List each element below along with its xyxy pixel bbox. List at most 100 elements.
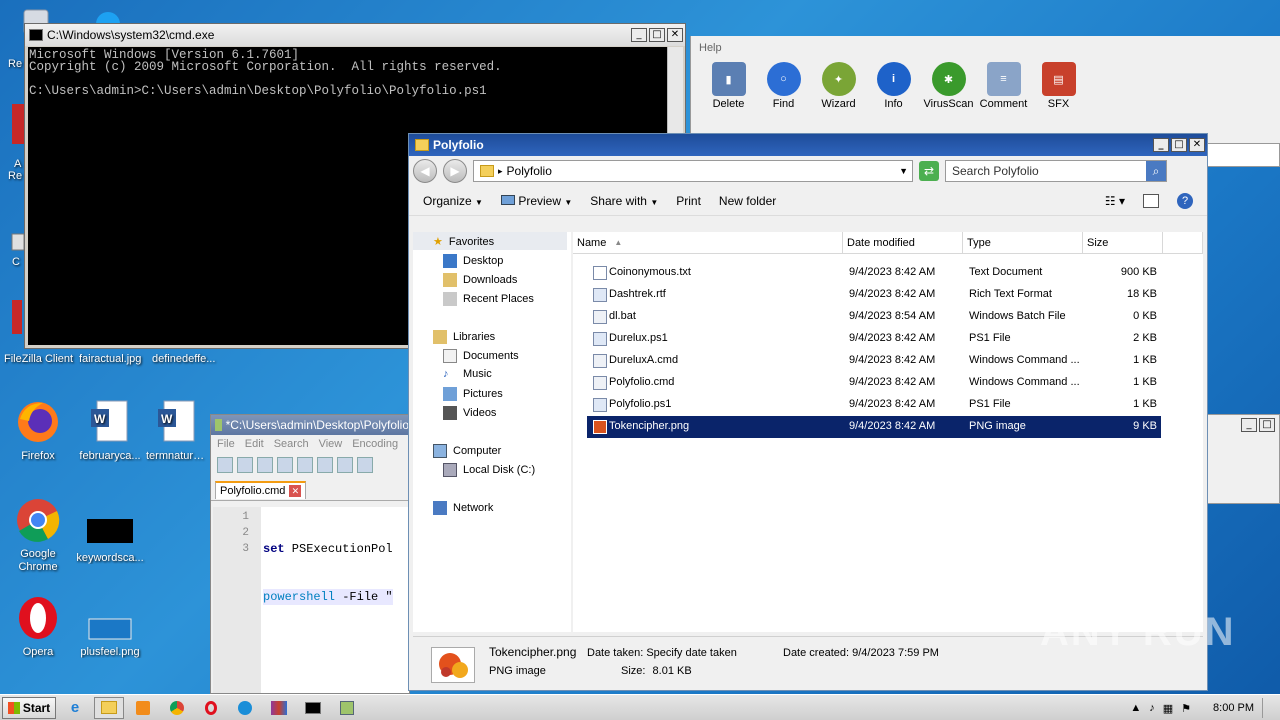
nav-local-disk[interactable]: Local Disk (C:)	[443, 463, 535, 477]
taskbar-winrar-icon[interactable]	[264, 697, 294, 719]
menu-edit[interactable]: Edit	[245, 438, 264, 450]
tray-expand-icon[interactable]: ▲	[1130, 702, 1141, 714]
desktop-opera[interactable]: Opera	[0, 594, 76, 658]
nav-libraries[interactable]: Libraries	[433, 330, 495, 344]
nav-computer[interactable]: Computer	[433, 444, 501, 458]
menu-encoding[interactable]: Encoding	[352, 438, 398, 450]
preview-button[interactable]: Preview ▼	[500, 194, 572, 208]
share-with-button[interactable]: Share with ▼	[590, 194, 658, 208]
file-row[interactable]: Dashtrek.rtf 9/4/2023 8:42 AM Rich Text …	[587, 284, 1161, 306]
desktop-partial-icon-3[interactable]	[8, 300, 24, 340]
file-row[interactable]: Coinonymous.txt 9/4/2023 8:42 AM Text Do…	[587, 262, 1161, 284]
print-button[interactable]: Print	[676, 194, 701, 208]
back-button[interactable]: ◀	[413, 159, 437, 183]
refresh-button[interactable]: ⇄	[919, 161, 939, 181]
column-header-type[interactable]: Type	[963, 232, 1083, 254]
minimize-button[interactable]: _	[1241, 418, 1257, 432]
chevron-right-icon[interactable]: ▸	[498, 166, 503, 177]
archiver-delete-button[interactable]: ▮ Delete	[701, 58, 756, 110]
date-taken-value[interactable]: Specify date taken	[646, 647, 737, 659]
search-icon[interactable]: ⌕	[1146, 161, 1166, 181]
forward-button[interactable]: ▶	[443, 159, 467, 183]
desktop-termnatura[interactable]: W termnatura...	[146, 398, 208, 462]
show-desktop-button[interactable]	[1262, 698, 1272, 718]
archiver-find-button[interactable]: ○ Find	[756, 58, 811, 110]
help-icon[interactable]: ?	[1177, 192, 1193, 209]
tray-flag-icon[interactable]: ⚑	[1181, 702, 1191, 715]
file-row-selected[interactable]: Tokencipher.png 9/4/2023 8:42 AM PNG ima…	[587, 416, 1161, 438]
close-file-icon[interactable]	[297, 457, 313, 473]
menu-file[interactable]: File	[217, 438, 235, 450]
archiver-info-button[interactable]: i Info	[866, 58, 921, 110]
address-bar[interactable]: ▸ Polyfolio ▼	[473, 160, 913, 182]
maximize-button[interactable]: □	[1171, 138, 1187, 152]
close-all-icon[interactable]	[317, 457, 333, 473]
archiver-comment-button[interactable]: ≡ Comment	[976, 58, 1031, 110]
nav-pictures[interactable]: Pictures	[443, 387, 503, 401]
organize-button[interactable]: Organize ▼	[423, 194, 483, 208]
archiver-menu-help[interactable]: Help	[691, 36, 1280, 58]
cmd-titlebar[interactable]: C:\Windows\system32\cmd.exe _ □ ✕	[25, 24, 685, 46]
tray-clock[interactable]: 8:00 PM	[1213, 702, 1254, 714]
chevron-down-icon[interactable]: ▼	[899, 166, 908, 176]
tray-audio-icon[interactable]: ♪	[1149, 702, 1155, 714]
file-row[interactable]: DureluxA.cmd 9/4/2023 8:42 AM Windows Co…	[587, 350, 1161, 372]
print-icon[interactable]	[337, 457, 353, 473]
taskbar-opera-icon[interactable]	[196, 697, 226, 719]
close-button[interactable]: ✕	[667, 28, 683, 42]
nav-videos[interactable]: Videos	[443, 406, 496, 420]
archiver-wizard-button[interactable]: ✦ Wizard	[811, 58, 866, 110]
notepad-editor[interactable]: 1 2 3 set PSExecutionPol powershell -Fil…	[213, 507, 409, 693]
file-row[interactable]: dl.bat 9/4/2023 8:54 AM Windows Batch Fi…	[587, 306, 1161, 328]
close-tab-icon[interactable]: ✕	[289, 485, 302, 497]
desktop-filezilla-label[interactable]: FileZilla Client	[4, 353, 73, 365]
nav-downloads[interactable]: Downloads	[443, 273, 517, 287]
maximize-button[interactable]: □	[1259, 418, 1275, 432]
minimize-button[interactable]: _	[631, 28, 647, 42]
menu-search[interactable]: Search	[274, 438, 309, 450]
search-input[interactable]: Search Polyfolio ⌕	[945, 160, 1167, 182]
taskbar-explorer-icon[interactable]	[94, 696, 124, 719]
archiver-sfx-button[interactable]: ▤ SFX	[1031, 58, 1086, 110]
column-header-size[interactable]: Size	[1083, 232, 1163, 254]
nav-music[interactable]: ♪ Music	[443, 368, 492, 380]
start-button[interactable]: Start	[2, 696, 56, 719]
new-file-icon[interactable]	[217, 457, 233, 473]
desktop-februaryca[interactable]: W februaryca...	[72, 398, 148, 462]
save-icon[interactable]	[257, 457, 273, 473]
column-header-extra[interactable]	[1163, 232, 1203, 254]
notepad-titlebar[interactable]: *C:\Users\admin\Desktop\Polyfolio	[211, 415, 409, 435]
cut-icon[interactable]	[357, 457, 373, 473]
taskbar-edge-icon[interactable]	[230, 697, 260, 719]
maximize-button[interactable]: □	[649, 28, 665, 42]
nav-network[interactable]: Network	[433, 501, 493, 515]
view-options-icon[interactable]: ☷ ▾	[1105, 194, 1125, 208]
desktop-plusfeel[interactable]: plusfeel.png	[72, 594, 148, 658]
column-header-name[interactable]: Name ▲	[573, 232, 843, 254]
desktop-chrome[interactable]: Google Chrome	[0, 496, 76, 574]
nav-desktop[interactable]: Desktop	[443, 254, 503, 268]
column-header-date[interactable]: Date modified	[843, 232, 963, 254]
nav-documents[interactable]: Documents	[443, 349, 519, 363]
taskbar-chrome-icon[interactable]	[162, 697, 192, 719]
new-folder-button[interactable]: New folder	[719, 194, 776, 208]
file-row[interactable]: Durelux.ps1 9/4/2023 8:42 AM PS1 File 2 …	[587, 328, 1161, 350]
save-all-icon[interactable]	[277, 457, 293, 473]
archiver-virusscan-button[interactable]: ✱ VirusScan	[921, 58, 976, 110]
desktop-fairactual-label[interactable]: fairactual.jpg	[79, 353, 141, 365]
taskbar-notepad-icon[interactable]	[332, 697, 362, 719]
menu-view[interactable]: View	[319, 438, 343, 450]
nav-favorites[interactable]: ★ Favorites	[433, 235, 494, 249]
taskbar-ie-icon[interactable]: e	[60, 697, 90, 719]
desktop-keywordsca[interactable]: keywordsca...	[72, 500, 148, 564]
explorer-titlebar[interactable]: Polyfolio _ □ ✕	[409, 134, 1207, 156]
minimize-button[interactable]: _	[1153, 138, 1169, 152]
tab-polyfolio-cmd[interactable]: Polyfolio.cmd ✕	[215, 481, 307, 499]
file-row[interactable]: Polyfolio.ps1 9/4/2023 8:42 AM PS1 File …	[587, 394, 1161, 416]
tray-network-icon[interactable]: ▦	[1163, 702, 1173, 715]
taskbar-cmd-icon[interactable]	[298, 697, 328, 719]
file-row[interactable]: Polyfolio.cmd 9/4/2023 8:42 AM Windows C…	[587, 372, 1161, 394]
close-button[interactable]: ✕	[1189, 138, 1205, 152]
taskbar-media-player-icon[interactable]	[128, 697, 158, 719]
nav-recent-places[interactable]: Recent Places	[443, 292, 534, 306]
